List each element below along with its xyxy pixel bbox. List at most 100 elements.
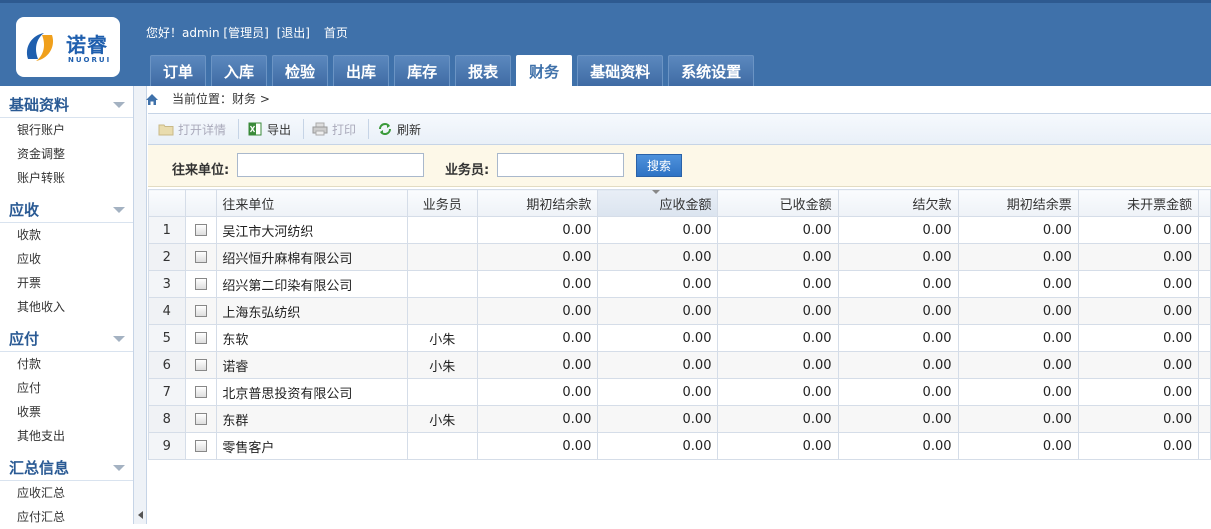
row-checkbox[interactable]	[194, 440, 207, 452]
staff-input[interactable]	[497, 153, 624, 177]
user-greeting: 您好！admin [管理员]	[146, 26, 269, 40]
amount-cell: 0.00	[597, 351, 719, 379]
table-row[interactable]: 2 绍兴恒升麻棉有限公司 0.00 0.00 0.00 0.00 0.00 0.00	[148, 243, 1211, 271]
sidebar-item-invoicing[interactable]: 开票	[0, 271, 133, 295]
print-button[interactable]: 打印	[308, 118, 360, 140]
sidebar-item-receive-invoice[interactable]: 收票	[0, 400, 133, 424]
export-button[interactable]: 导出	[243, 118, 295, 140]
row-checkbox[interactable]	[194, 278, 207, 290]
overflow-cell	[1198, 432, 1211, 460]
tab-inventory[interactable]: 库存	[394, 55, 451, 87]
sidebar-section-summary[interactable]: 汇总信息	[0, 455, 133, 481]
row-checkbox[interactable]	[194, 386, 207, 398]
column-header[interactable]: 业务员	[406, 189, 479, 217]
sidebar-section-basic[interactable]: 基础资料	[0, 92, 133, 118]
sidebar-item-account-transfer[interactable]: 账户转账	[0, 166, 133, 190]
sidebar-item-other-expense[interactable]: 其他支出	[0, 424, 133, 448]
row-checkbox[interactable]	[194, 332, 207, 344]
column-header[interactable]: 结欠款	[837, 189, 959, 217]
tab-outbound[interactable]: 出库	[333, 55, 390, 87]
column-header-sorted[interactable]: 应收金额	[597, 189, 719, 217]
overflow-cell	[1198, 297, 1211, 325]
chevron-down-icon[interactable]	[113, 336, 125, 342]
sidebar-splitter[interactable]	[134, 86, 147, 524]
column-header[interactable]: 期初结余款	[477, 189, 599, 217]
sidebar-item-payable[interactable]: 应付	[0, 376, 133, 400]
breadcrumb: 当前位置：财务 >	[146, 86, 1211, 113]
table-row[interactable]: 9 零售客户 0.00 0.00 0.00 0.00 0.00 0.00	[148, 432, 1211, 460]
main-nav: 订单 入库 检验 出库 库存 报表 财务 基础资料 系统设置	[150, 55, 759, 89]
tab-finance[interactable]: 财务	[516, 55, 573, 89]
amount-cell: 0.00	[597, 405, 719, 433]
partner-input[interactable]	[237, 153, 424, 177]
tab-inbound[interactable]: 入库	[211, 55, 268, 87]
overflow-cell	[1198, 216, 1211, 244]
amount-cell: 0.00	[477, 297, 599, 325]
sidebar-section-payable[interactable]: 应付	[0, 326, 133, 352]
amount-cell: 0.00	[477, 270, 599, 298]
row-checkbox[interactable]	[194, 251, 207, 263]
tab-orders[interactable]: 订单	[150, 55, 207, 87]
sort-caret-icon	[652, 190, 661, 194]
table-row[interactable]: 1 吴江市大河纺织 0.00 0.00 0.00 0.00 0.00 0.00	[148, 216, 1211, 244]
amount-cell: 0.00	[597, 270, 719, 298]
tab-system-settings[interactable]: 系统设置	[668, 55, 755, 87]
row-checkbox[interactable]	[194, 413, 207, 425]
sidebar-item-payment[interactable]: 付款	[0, 352, 133, 376]
sidebar-item-collection[interactable]: 收款	[0, 223, 133, 247]
row-checkbox-cell[interactable]	[184, 324, 218, 352]
logout-link[interactable]: [退出]	[277, 26, 310, 40]
tab-basic-data[interactable]: 基础资料	[577, 55, 664, 87]
open-detail-button[interactable]: 打开详情	[154, 118, 230, 140]
chevron-down-icon[interactable]	[113, 207, 125, 213]
row-checkbox[interactable]	[194, 359, 207, 371]
row-checkbox-cell[interactable]	[184, 297, 218, 325]
amount-cell: 0.00	[477, 405, 599, 433]
chevron-down-icon[interactable]	[113, 102, 125, 108]
amount-cell: 0.00	[717, 351, 839, 379]
chevron-down-icon[interactable]	[113, 465, 125, 471]
amount-cell: 0.00	[717, 216, 839, 244]
sidebar-item-receivable[interactable]: 应收	[0, 247, 133, 271]
collapse-left-icon[interactable]	[138, 511, 143, 519]
row-checkbox-cell[interactable]	[184, 351, 218, 379]
row-checkbox-cell[interactable]	[184, 216, 218, 244]
sidebar-item-receivable-summary[interactable]: 应收汇总	[0, 481, 133, 505]
staff-cell	[406, 432, 479, 460]
row-number: 5	[148, 324, 186, 352]
amount-cell: 0.00	[477, 351, 599, 379]
tab-inspection[interactable]: 检验	[272, 55, 329, 87]
column-header[interactable]: 已收金额	[717, 189, 839, 217]
tab-reports[interactable]: 报表	[455, 55, 512, 87]
row-checkbox[interactable]	[194, 224, 207, 236]
refresh-button[interactable]: 刷新	[373, 118, 425, 140]
column-header[interactable]: 往来单位	[216, 189, 408, 217]
row-number: 8	[148, 405, 186, 433]
row-number: 9	[148, 432, 186, 460]
table-row[interactable]: 6 诺睿 小朱 0.00 0.00 0.00 0.00 0.00 0.00	[148, 351, 1211, 379]
row-checkbox-cell[interactable]	[184, 432, 218, 460]
sidebar-item-fund-adjust[interactable]: 资金调整	[0, 142, 133, 166]
table-row[interactable]: 8 东群 小朱 0.00 0.00 0.00 0.00 0.00 0.00	[148, 405, 1211, 433]
row-checkbox-cell[interactable]	[184, 270, 218, 298]
column-header[interactable]: 未开票金额	[1077, 189, 1200, 217]
row-checkbox-cell[interactable]	[184, 243, 218, 271]
column-header[interactable]: 期初结余票	[957, 189, 1079, 217]
table-row[interactable]: 5 东软 小朱 0.00 0.00 0.00 0.00 0.00 0.00	[148, 324, 1211, 352]
table-row[interactable]: 3 绍兴第二印染有限公司 0.00 0.00 0.00 0.00 0.00 0.00	[148, 270, 1211, 298]
sidebar-item-payable-summary[interactable]: 应付汇总	[0, 505, 133, 529]
table-row[interactable]: 7 北京普思投资有限公司 0.00 0.00 0.00 0.00 0.00 0.00	[148, 378, 1211, 406]
amount-cell: 0.00	[957, 351, 1079, 379]
sidebar-section-receivable[interactable]: 应收	[0, 197, 133, 223]
row-checkbox-cell[interactable]	[184, 378, 218, 406]
row-checkbox-cell[interactable]	[184, 405, 218, 433]
search-button[interactable]: 搜索	[636, 154, 682, 177]
partner-cell: 吴江市大河纺织	[216, 216, 408, 244]
table-row[interactable]: 4 上海东弘纺织 0.00 0.00 0.00 0.00 0.00 0.00	[148, 297, 1211, 325]
overflow-cell	[1198, 324, 1211, 352]
row-checkbox[interactable]	[194, 305, 207, 317]
amount-cell: 0.00	[717, 378, 839, 406]
home-link[interactable]: 首页	[324, 26, 348, 40]
sidebar-item-other-income[interactable]: 其他收入	[0, 295, 133, 319]
sidebar-item-bank-account[interactable]: 银行账户	[0, 118, 133, 142]
